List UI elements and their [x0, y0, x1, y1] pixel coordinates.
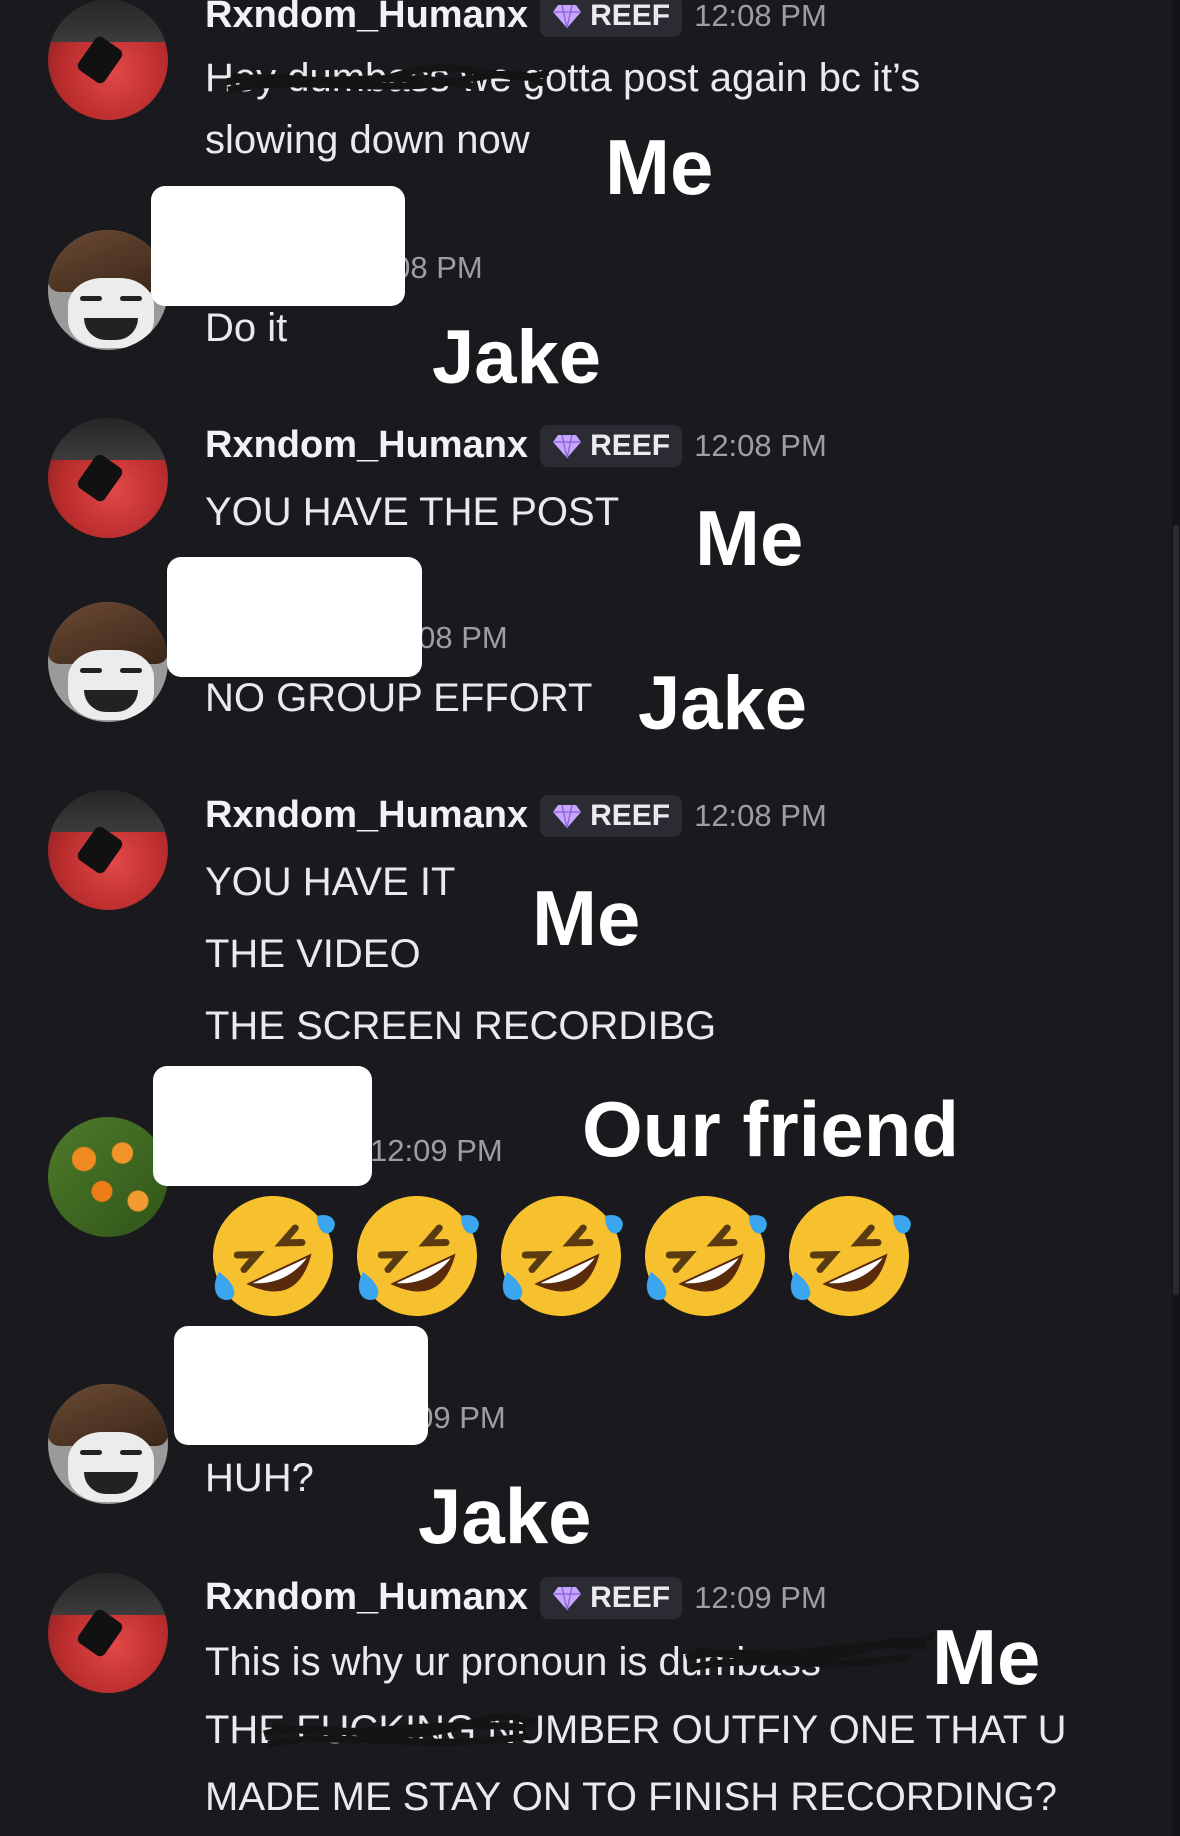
username[interactable]: Rxndom_Humanx — [205, 794, 528, 837]
rofl-emoji-icon — [357, 1196, 479, 1316]
redaction-box — [151, 186, 405, 306]
gem-icon — [553, 1586, 582, 1610]
redaction-scribble — [225, 64, 550, 94]
timestamp: 12:09 PM — [370, 1133, 503, 1168]
overlay-label: Me — [932, 1613, 1041, 1701]
redaction-box — [174, 1326, 428, 1445]
overlay-label: Our friend — [582, 1085, 960, 1173]
overlay-label: Me — [532, 874, 641, 962]
message-line: YOU HAVE THE POST — [205, 490, 620, 534]
redaction-box — [153, 1066, 372, 1186]
redaction-box — [167, 557, 422, 677]
overlay-label: Jake — [638, 661, 808, 746]
rofl-emoji-icon — [789, 1196, 911, 1316]
timestamp: 12:08 PM — [694, 427, 827, 463]
message-header: Rxndom_Humanx REEF 12:08 PM — [205, 424, 827, 467]
username[interactable]: Rxndom_Humanx — [205, 1576, 528, 1619]
avatar-jake[interactable] — [48, 1384, 168, 1504]
badge-label: REEF — [590, 0, 671, 32]
avatar-rxndom-humanx[interactable] — [48, 790, 168, 910]
overlay-label: Me — [605, 123, 714, 211]
overlay-label: Jake — [418, 1472, 592, 1560]
message-line: YOU HAVE IT — [205, 860, 456, 904]
username[interactable]: Rxndom_Humanx — [205, 424, 528, 467]
badge-label: REEF — [590, 1580, 671, 1614]
badge-label: REEF — [590, 798, 671, 832]
reef-badge[interactable]: REEF — [540, 424, 683, 467]
avatar-rxndom-humanx[interactable] — [48, 418, 168, 538]
timestamp: 12:08 PM — [694, 0, 827, 33]
badge-label: REEF — [590, 428, 671, 462]
message-line: THE VIDEO — [205, 932, 421, 976]
gem-icon — [553, 4, 582, 28]
message-header: Rxndom_Humanx REEF 12:09 PM — [205, 1576, 827, 1619]
avatar-jake[interactable] — [48, 602, 168, 722]
overlay-label: Me — [695, 494, 804, 582]
message-line: NO GROUP EFFORT — [205, 676, 593, 720]
rofl-emoji-icon — [645, 1196, 767, 1316]
timestamp: 12:09 PM — [694, 1579, 827, 1615]
avatar-jake[interactable] — [48, 230, 168, 350]
gem-icon — [553, 804, 582, 828]
message-line: HUH? — [205, 1456, 314, 1500]
message-header: Rxndom_Humanx REEF 12:08 PM — [205, 794, 827, 837]
reef-badge[interactable]: REEF — [540, 0, 683, 37]
avatar-our-friend[interactable] — [48, 1117, 168, 1237]
timestamp: 12:08 PM — [694, 797, 827, 833]
message-line: MADE ME STAY ON TO FINISH RECORDING? — [205, 1775, 1057, 1819]
rofl-emoji-icon — [501, 1196, 623, 1316]
overlay-label: Jake — [432, 315, 602, 400]
emoji-reaction-row — [205, 1188, 917, 1324]
scrollbar-thumb[interactable] — [1173, 525, 1179, 1295]
reef-badge[interactable]: REEF — [540, 794, 683, 837]
reef-badge[interactable]: REEF — [540, 1576, 683, 1619]
avatar-rxndom-humanx[interactable] — [48, 1573, 168, 1693]
redaction-scribble — [263, 1712, 538, 1748]
rofl-emoji-icon — [213, 1196, 335, 1316]
message-line: slowing down now — [205, 118, 530, 162]
avatar-rxndom-humanx[interactable] — [48, 0, 168, 120]
gem-icon — [553, 434, 582, 458]
username[interactable]: Rxndom_Humanx — [205, 0, 528, 37]
message-header: Rxndom_Humanx REEF 12:08 PM — [205, 0, 827, 37]
message-line: THE SCREEN RECORDIBG — [205, 1004, 717, 1048]
redaction-scribble — [685, 1629, 937, 1672]
message-line: Do it — [205, 306, 288, 350]
